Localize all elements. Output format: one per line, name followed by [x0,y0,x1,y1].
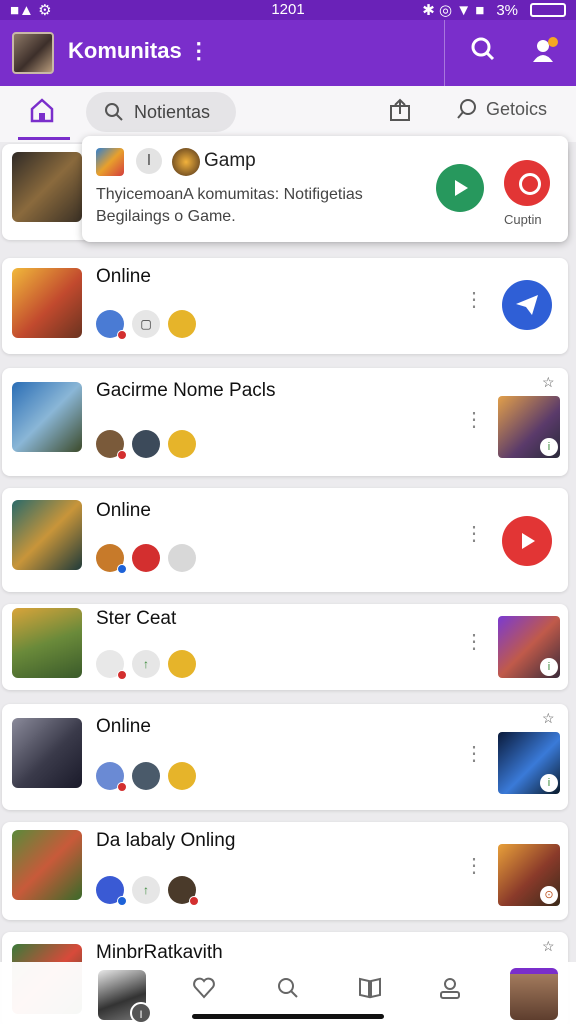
user-search-icon [105,103,123,121]
tab-notientas-label: Notientas [134,101,211,122]
tab-getoics[interactable]: Getoics [456,98,547,120]
list-item[interactable]: Online ☆ ⋮ i [2,704,568,810]
avatar [168,876,199,906]
avatar [168,544,196,572]
game-thumbnail [12,718,82,788]
game-app-icon [96,148,124,176]
page-title[interactable]: Komunitas ⋮ [68,38,210,64]
star-icon[interactable]: ☆ [542,938,555,955]
game-thumbnail [12,500,82,570]
game-preview-thumbnail[interactable]: i [498,616,560,678]
search-icon[interactable] [466,36,500,70]
battery-icon [530,3,566,17]
list-item[interactable]: Gacirme Nome Pacls ☆ ⋮ i [2,368,568,476]
tab-home[interactable] [18,96,70,140]
avatar [96,762,127,792]
avatar [96,544,127,574]
list-item[interactable]: Da labaly Onling ↑ ⋮ ⊙ [2,822,568,920]
notification-body: ThyicemoanA komumitas: Notifigetias Begi… [96,186,363,225]
upload-icon [390,98,410,121]
card-title: Ster Ceat [96,608,177,629]
battery-percent: 3% [496,1,518,19]
status-right: ✱ ◎ ▼ ■ 3% [422,1,566,19]
game-thumbnail [12,268,82,338]
game-avatar-icon [172,148,200,176]
avatar [132,430,160,458]
more-options-icon[interactable]: ⋮ [464,290,484,320]
more-options-icon[interactable]: ⋮ [464,410,484,440]
avatar-group: ▢ [96,310,196,340]
book-icon[interactable] [354,972,386,1004]
status-right-icons: ✱ ◎ ▼ ■ [422,2,485,19]
send-button[interactable] [502,280,552,330]
avatar [96,310,127,340]
option-label: Cuptin [504,212,542,227]
notification-title: Gamp [204,150,256,171]
tab-getoics-label: Getoics [486,98,548,119]
more-options-icon[interactable]: ⋮ [464,856,484,886]
card-title: Online [96,716,151,737]
game-thumbnail [12,608,82,678]
tab-bar: Notientas Getoics [0,86,576,142]
card-title: Gacirme Nome Pacls [96,380,276,401]
more-options-icon[interactable]: ⋮ [464,632,484,662]
game-preview-thumbnail[interactable]: i [498,732,560,794]
home-icon [30,98,54,123]
community-logo[interactable] [12,32,54,74]
avatar [96,876,127,906]
avatar: ↑ [132,650,160,678]
heart-icon[interactable] [188,972,220,1004]
tab-notientas[interactable]: Notientas [86,92,236,132]
avatar: ↑ [132,876,160,904]
avatar [96,650,127,680]
play-button[interactable] [502,516,552,566]
profile-icon[interactable] [434,972,466,1004]
avatar [168,762,196,790]
game-thumbnail [12,382,82,452]
card-title: Online [96,500,151,521]
avatar-group: ↑ [96,650,196,680]
avatar [168,310,196,338]
avatar [132,762,160,790]
user-avatar[interactable]: I [98,970,152,1024]
list-item[interactable]: Ster Ceat ↑ ⋮ i [2,604,568,690]
avatar-group [96,762,196,792]
avatar [132,544,160,572]
avatar-group: ↑ [96,876,199,906]
home-indicator [192,1014,384,1019]
profile-notification-icon[interactable] [528,36,562,70]
divider [444,20,445,86]
game-thumbnail [12,152,82,222]
notification-popup[interactable]: I Gamp ThyicemoanA komumitas: Notifigeti… [82,136,568,242]
game-thumbnail [12,830,82,900]
tab-upload[interactable] [388,98,412,128]
card-title: Online [96,266,151,287]
card-title: Da labaly Onling [96,830,236,851]
avatar [168,430,196,458]
avatar [168,650,196,678]
game-preview-thumbnail[interactable]: ⊙ [498,844,560,906]
more-options-icon[interactable]: ⋮ [464,524,484,554]
option-button[interactable] [504,160,550,206]
list-item[interactable]: Online ▢ ⋮ [2,258,568,354]
avatar: ▢ [132,310,160,338]
card-title: MinbrRatkavith [96,942,223,963]
play-button[interactable] [436,164,484,212]
notification-separator: I [136,148,162,174]
more-options-icon[interactable]: ⋮ [464,744,484,774]
app-bar: Komunitas ⋮ [0,20,576,86]
search-icon [457,99,476,119]
avatar-group [96,544,196,574]
search-icon[interactable] [272,972,304,1004]
star-icon[interactable]: ☆ [542,374,555,391]
game-preview-thumbnail[interactable]: i [498,396,560,458]
profile-avatar[interactable] [510,968,558,1020]
avatar-group [96,430,196,460]
avatar [96,430,127,460]
status-bar: ■▲ ⚙ 1201 ✱ ◎ ▼ ■ 3% [0,0,576,20]
star-icon[interactable]: ☆ [542,710,555,727]
avatar-badge: I [130,1002,152,1024]
list-item[interactable]: Online ⋮ [2,488,568,592]
